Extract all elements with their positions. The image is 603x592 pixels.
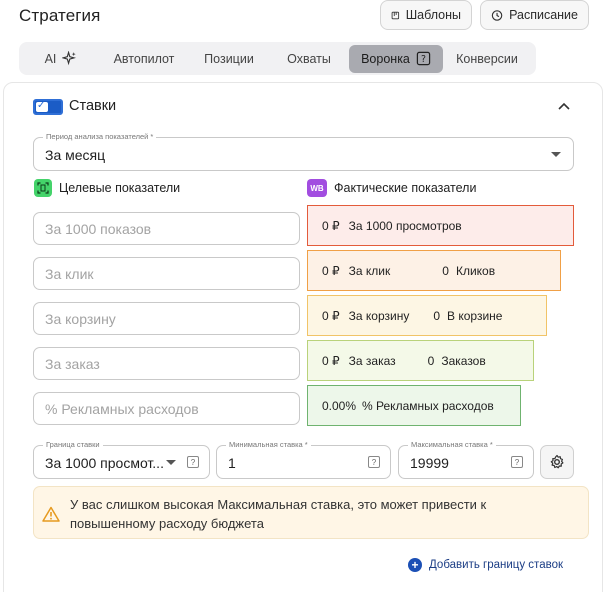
target-input-per-1000[interactable]: За 1000 показов	[33, 212, 300, 245]
actual-label: За корзину	[348, 308, 410, 323]
tab-conversions-label: Конверсии	[456, 51, 518, 66]
actual-header: WB Фактические показатели	[307, 179, 476, 197]
actual-extra-value: 0	[442, 263, 449, 278]
target-input-ad-spend[interactable]: % Рекламных расходов	[33, 392, 300, 425]
actual-label: За заказ	[348, 353, 396, 368]
actual-per-1000: 0 ₽ За 1000 просмотров	[307, 205, 574, 246]
warning-icon	[42, 506, 60, 522]
add-bound-link[interactable]: + Добавить границу ставок	[408, 558, 563, 572]
actual-value: 0 ₽	[322, 353, 340, 368]
caret-down-icon	[166, 460, 176, 465]
templates-icon	[391, 11, 400, 19]
target-header: Целевые показатели	[34, 179, 180, 197]
page-title: Стратегия	[19, 6, 101, 25]
period-select[interactable]: Период анализа показателей * За месяц	[33, 132, 574, 171]
target-input-per-order[interactable]: За заказ	[33, 347, 300, 380]
bound-select[interactable]: Граница ставки За 1000 просмот... ?	[33, 440, 210, 479]
max-bid-warning: У вас слишком высокая Максимальная ставк…	[33, 486, 589, 539]
max-bid-value: 19999	[410, 455, 449, 471]
tab-reach[interactable]: Охваты	[269, 45, 349, 73]
period-label: Период анализа показателей *	[43, 132, 157, 142]
max-bid-field[interactable]: Максимальная ставка * 19999 ?	[398, 440, 534, 479]
templates-label: Шаблоны	[405, 8, 461, 22]
actual-value: 0 ₽	[322, 263, 340, 278]
tab-positions[interactable]: Позиции	[189, 45, 269, 73]
actual-value: 0.00%	[322, 398, 357, 413]
actual-per-cart: 0 ₽ За корзину 0 В корзине	[307, 295, 547, 336]
tab-ai-label: AI	[44, 51, 57, 66]
tab-funnel-label: Воронка	[361, 51, 410, 66]
min-bid-value: 1	[228, 455, 236, 471]
target-input-per-click[interactable]: За клик	[33, 257, 300, 290]
strategy-tabs: AI Автопилот Позиции Охваты Воронка ? Ко…	[19, 42, 536, 75]
rates-toggle[interactable]: ✓	[33, 99, 63, 115]
help-icon: ?	[416, 51, 431, 66]
actual-title: Фактические показатели	[334, 181, 477, 195]
target-icon	[34, 179, 52, 197]
strategy-panel: Стратегия Шаблоны Расписание AI Автопило…	[0, 0, 603, 592]
actual-extra-label: В корзине	[447, 308, 503, 323]
templates-button[interactable]: Шаблоны	[380, 0, 472, 30]
min-bid-field[interactable]: Минимальная ставка * 1 ?	[216, 440, 391, 479]
actual-label: За 1000 просмотров	[348, 218, 462, 233]
rates-title: Ставки	[69, 98, 117, 114]
period-value: За месяц	[45, 147, 106, 163]
bid-settings-button[interactable]	[540, 445, 574, 479]
actual-extra-value: 0	[427, 353, 435, 368]
tab-autopilot[interactable]: Автопилот	[99, 45, 189, 73]
clock-icon	[491, 9, 503, 21]
chevron-up-icon[interactable]	[556, 98, 572, 114]
gear-icon	[550, 454, 564, 469]
add-bound-label: Добавить границу ставок	[429, 559, 564, 571]
max-bid-label: Максимальная ставка *	[408, 440, 496, 450]
check-icon: ✓	[37, 100, 46, 111]
actual-value: 0 ₽	[322, 218, 340, 233]
min-bid-label: Минимальная ставка *	[226, 440, 311, 450]
help-icon[interactable]: ?	[511, 456, 523, 468]
actual-label: За клик	[348, 263, 391, 278]
bound-label: Граница ставки	[43, 440, 103, 450]
actual-extra-label: Заказов	[441, 353, 486, 368]
actual-ad-spend: 0.00% % Рекламных расходов	[307, 385, 521, 426]
actual-value: 0 ₽	[322, 308, 340, 323]
plus-icon: +	[408, 558, 422, 572]
tab-autopilot-label: Автопилот	[113, 51, 175, 66]
tab-positions-label: Позиции	[204, 51, 254, 66]
schedule-label: Расписание	[509, 8, 578, 22]
bound-value: За 1000 просмот...	[45, 455, 164, 471]
actual-per-order: 0 ₽ За заказ 0 Заказов	[307, 340, 534, 381]
sparkle-icon	[62, 51, 77, 66]
actual-extra-label: Кликов	[455, 263, 496, 278]
tab-funnel[interactable]: Воронка ?	[349, 44, 443, 73]
actual-label: % Рекламных расходов	[362, 398, 494, 413]
help-icon[interactable]: ?	[187, 456, 199, 468]
help-icon[interactable]: ?	[368, 456, 380, 468]
wb-badge: WB	[307, 179, 327, 197]
target-input-per-cart[interactable]: За корзину	[33, 302, 300, 335]
schedule-button[interactable]: Расписание	[480, 0, 589, 30]
caret-down-icon	[551, 152, 561, 157]
tab-conversions[interactable]: Конверсии	[443, 45, 531, 73]
tab-ai[interactable]: AI	[23, 45, 99, 73]
target-title: Целевые показатели	[59, 181, 181, 195]
actual-extra-value: 0	[433, 308, 441, 323]
svg-text:?: ?	[421, 54, 426, 65]
tab-reach-label: Охваты	[287, 51, 331, 66]
actual-per-click: 0 ₽ За клик 0 Кликов	[307, 250, 561, 291]
warning-text: У вас слишком высокая Максимальная ставк…	[70, 497, 487, 531]
